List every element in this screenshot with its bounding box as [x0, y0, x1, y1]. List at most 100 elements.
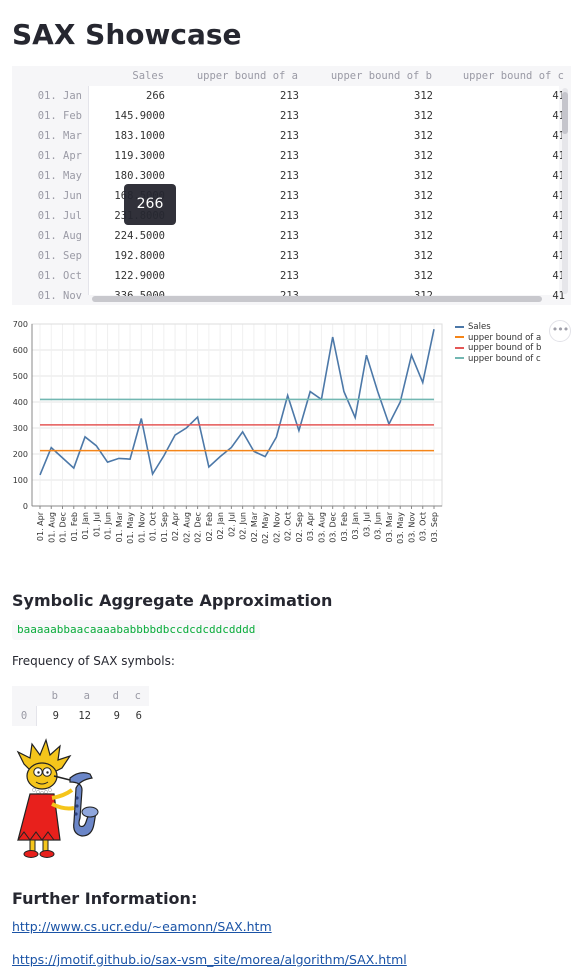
legend-swatch [455, 357, 464, 359]
row-index: 01. Jun [37, 190, 82, 202]
legend-label: upper bound of c [468, 353, 541, 364]
more-horizontal-icon[interactable]: ••• [549, 320, 571, 342]
x-tick-label: 01. Jul [92, 512, 101, 537]
x-tick-label: 01. Mar [115, 511, 124, 542]
table-cell[interactable]: 312 [303, 146, 433, 166]
chart-legend: Sales upper bound of a upper bound of b upp… [455, 322, 541, 364]
table-cell[interactable]: 224.5000 [89, 226, 165, 246]
table-cell[interactable]: 213 [173, 166, 299, 186]
y-tick-label: 500 [13, 372, 28, 381]
freq-value-c: 6 [135, 710, 142, 722]
x-tick-label: 01. Apr [36, 511, 45, 541]
legend-label: Sales [468, 322, 491, 332]
table-cell[interactable]: 41 [437, 126, 565, 146]
table-cell[interactable]: 312 [303, 166, 433, 186]
freq-row: 9 12 9 6 [36, 706, 149, 726]
x-tick-label: 01. Oct [149, 512, 158, 541]
x-tick-label: 02. Nov [272, 512, 281, 543]
table-cell[interactable]: 41 [437, 166, 565, 186]
x-tick-label: 02. Aug [182, 512, 191, 543]
x-tick-label: 01. Sep [160, 512, 169, 542]
table-cell[interactable]: 312 [303, 226, 433, 246]
x-tick-label: 01. Nov [137, 512, 146, 543]
freq-value-a: 12 [78, 710, 91, 722]
table-cell[interactable]: 312 [303, 86, 433, 106]
freq-column-b[interactable]: b [36, 686, 58, 706]
table-cell[interactable]: 312 [303, 106, 433, 126]
cell-tooltip: 266 [124, 184, 176, 225]
legend-item[interactable]: upper bound of b [455, 343, 541, 354]
table-cell[interactable]: 213 [173, 206, 299, 226]
table-cell[interactable]: 312 [303, 186, 433, 206]
x-tick-label: 03. Jan [351, 512, 360, 540]
x-tick-label: 02. Jul [227, 512, 236, 537]
link-ucr-sax[interactable]: http://www.cs.ucr.edu/~eamonn/SAX.htm [12, 919, 272, 934]
y-tick-label: 100 [13, 476, 28, 485]
dataframe-header: Sales upper bound of a upper bound of b … [12, 66, 571, 86]
x-tick-label: 03. Dec [329, 512, 338, 543]
table-cell[interactable]: 41 [437, 146, 565, 166]
table-cell[interactable]: 213 [173, 226, 299, 246]
table-cell[interactable]: 41 [437, 186, 565, 206]
freq-column-c[interactable]: c [119, 686, 141, 706]
row-index: 01. Sep [37, 250, 82, 262]
column-header-upper-b[interactable]: upper bound of b [302, 66, 432, 86]
table-cell[interactable]: 266 [89, 86, 165, 106]
row-index: 01. Feb [37, 110, 82, 122]
table-cell[interactable]: 119.3000 [89, 146, 165, 166]
freq-column-a[interactable]: a [58, 686, 90, 706]
legend-swatch [455, 336, 464, 338]
table-cell[interactable]: 145.9000 [89, 106, 165, 126]
x-tick-label: 01. Jan [81, 512, 90, 540]
x-tick-label: 01. Jun [104, 512, 113, 540]
column-header-upper-c[interactable]: upper bound of c [436, 66, 564, 86]
table-cell[interactable]: 41 [437, 86, 565, 106]
table-cell[interactable]: 41 [437, 206, 565, 226]
x-tick-label: 01. Aug [47, 512, 56, 543]
table-cell[interactable]: 312 [303, 206, 433, 226]
row-index: 01. Apr [37, 150, 82, 162]
row-index: 01. Nov [37, 290, 82, 302]
chart-plot: 010020030040050060070001. Apr 01. Aug 01. … [13, 320, 443, 544]
legend-item[interactable]: Sales [455, 322, 541, 333]
table-cell[interactable]: 180.3000 [89, 166, 165, 186]
x-tick-label: 01. Dec [59, 512, 68, 543]
table-cell[interactable]: 213 [173, 146, 299, 166]
table-cell[interactable]: 213 [173, 126, 299, 146]
column-header-upper-a[interactable]: upper bound of a [172, 66, 298, 86]
table-cell[interactable]: 183.1000 [89, 126, 165, 146]
column-header-sales[interactable]: Sales [92, 66, 164, 86]
frequency-table[interactable]: b a d c 0 9 12 9 6 [12, 686, 149, 726]
table-cell[interactable]: 213 [173, 106, 299, 126]
x-tick-label: 02. Apr [171, 511, 180, 541]
x-tick-label: 03. Mar [385, 511, 394, 542]
horizontal-scrollbar[interactable] [92, 296, 542, 302]
x-tick-label: 02. Sep [295, 512, 304, 542]
table-cell[interactable]: 41 [437, 246, 565, 266]
table-cell[interactable]: 213 [173, 186, 299, 206]
legend-item[interactable]: upper bound of a [455, 333, 541, 344]
table-cell[interactable]: 41 [437, 266, 565, 286]
lisa-saxophone-illustration [16, 738, 99, 858]
row-index: 01. Jan [37, 90, 82, 102]
table-cell[interactable]: 312 [303, 126, 433, 146]
legend-item[interactable]: upper bound of c [455, 354, 541, 365]
x-tick-label: 03. Nov [407, 512, 416, 543]
sales-dataframe[interactable]: Sales upper bound of a upper bound of b … [12, 66, 571, 305]
x-tick-label: 03. Apr [306, 511, 315, 541]
row-index: 01. Aug [37, 230, 82, 242]
vertical-scrollbar-thumb[interactable] [562, 92, 568, 134]
table-cell[interactable]: 213 [173, 266, 299, 286]
table-cell[interactable]: 312 [303, 246, 433, 266]
table-cell[interactable]: 213 [173, 246, 299, 266]
table-cell[interactable]: 41 [437, 106, 565, 126]
sales-line-chart[interactable]: 0 100 200 300 400 500 600 700 01. Apr 01. Aug 01. … [12, 316, 572, 548]
table-cell[interactable]: 122.9000 [89, 266, 165, 286]
sax-heading: Symbolic Aggregate Approximation [12, 591, 333, 610]
table-cell[interactable]: 41 [437, 226, 565, 246]
table-cell[interactable]: 312 [303, 266, 433, 286]
table-cell[interactable]: 192.8000 [89, 246, 165, 266]
link-jmotif-sax[interactable]: https://jmotif.github.io/sax-vsm_site/mo… [12, 952, 407, 967]
freq-column-d[interactable]: d [90, 686, 119, 706]
table-cell[interactable]: 213 [173, 86, 299, 106]
